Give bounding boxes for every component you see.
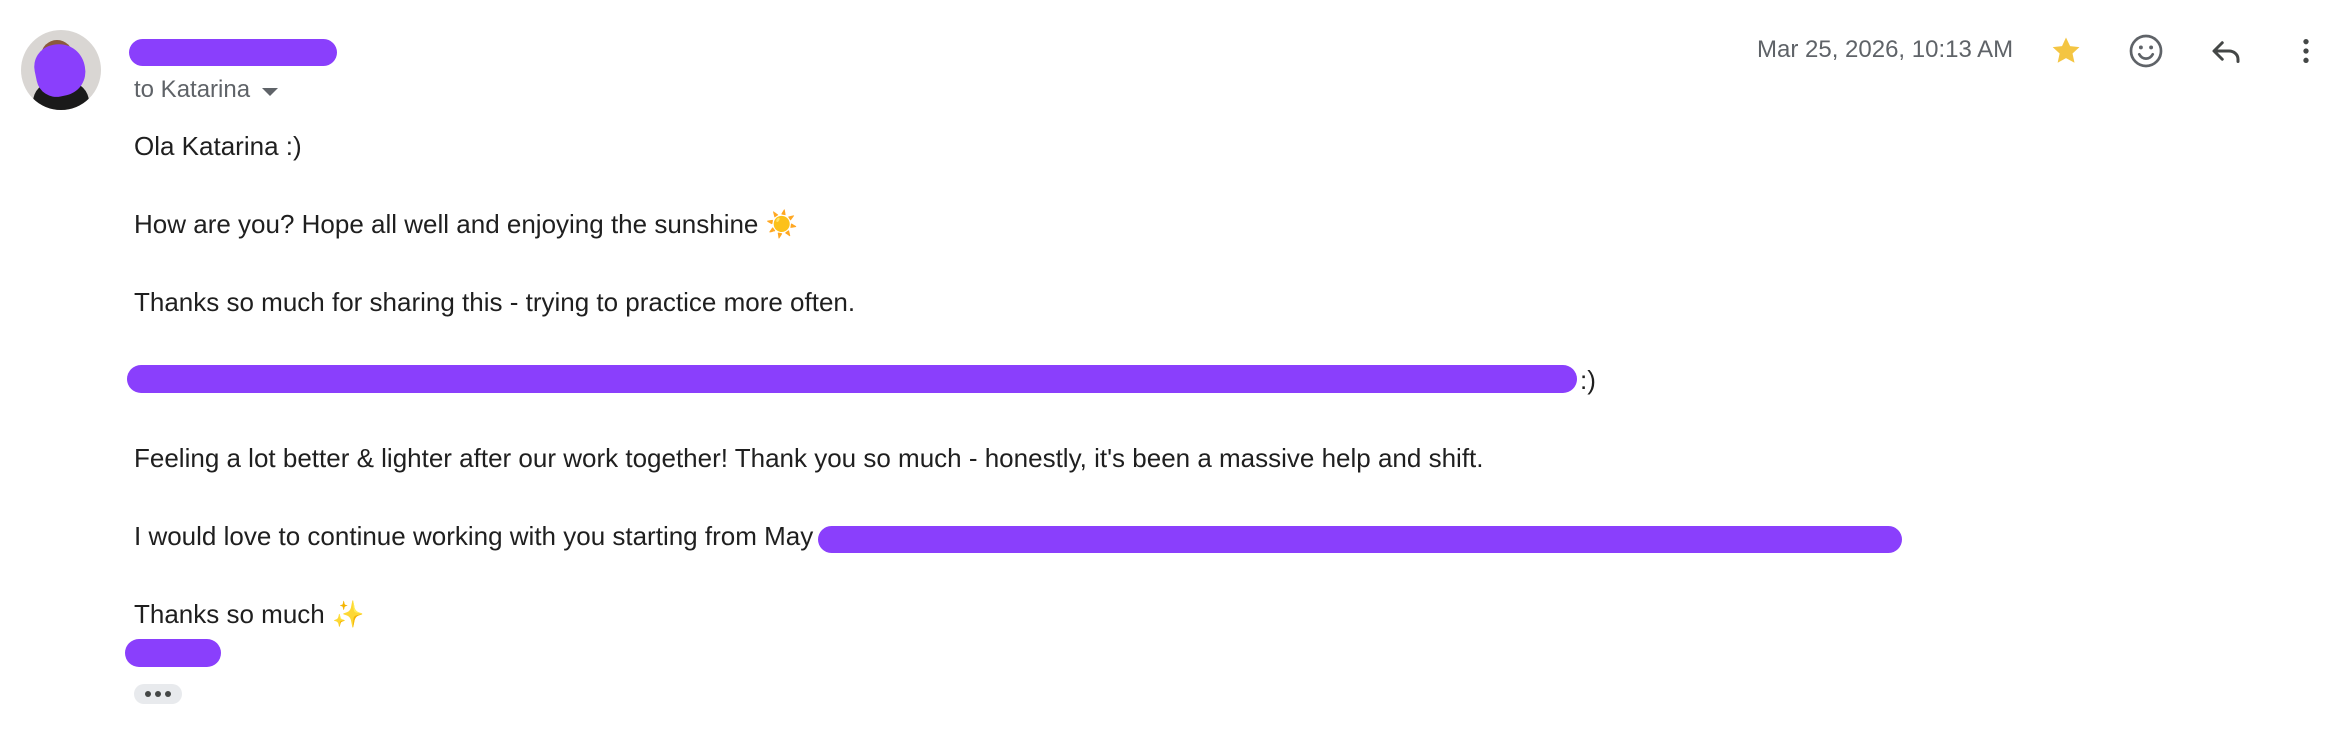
star-icon xyxy=(2052,37,2080,63)
body-line-3: Thanks so much for sharing this - trying… xyxy=(134,287,856,317)
more-options-button[interactable] xyxy=(2282,27,2330,75)
sender-avatar[interactable] xyxy=(21,30,101,110)
body-line-2: How are you? Hope all well and enjoying … xyxy=(134,209,798,239)
more-vertical-icon xyxy=(2303,39,2309,63)
body-greeting: Ola Katarina :) xyxy=(134,131,302,161)
star-button[interactable] xyxy=(2042,27,2090,75)
reply-button[interactable] xyxy=(2202,27,2250,75)
chevron-down-icon[interactable] xyxy=(262,87,279,96)
reply-icon xyxy=(2212,41,2240,63)
ellipsis-dot xyxy=(145,691,151,697)
message-timestamp: Mar 25, 2026, 10:13 AM xyxy=(1757,36,2014,63)
body-line-6-redacted xyxy=(818,526,1902,553)
sender-name-redacted xyxy=(129,39,337,66)
signature-redacted xyxy=(125,639,221,667)
recipient-details-toggle[interactable]: to Katarina xyxy=(134,76,279,104)
add-reaction-icon xyxy=(2129,34,2163,68)
body-line-4-redacted xyxy=(127,365,1577,393)
ellipsis-dot xyxy=(165,691,171,697)
ellipsis-dot xyxy=(155,691,161,697)
body-line-6: I would love to continue working with yo… xyxy=(134,521,814,551)
body-signoff: Thanks so much ✨ xyxy=(134,599,365,629)
body-line-5: Feeling a lot better & lighter after our… xyxy=(134,443,1484,473)
body-line-4-tail: :) xyxy=(1580,365,1596,395)
show-trimmed-content-button[interactable] xyxy=(134,684,182,704)
recipient-line: to Katarina xyxy=(134,76,251,103)
add-reaction-button[interactable] xyxy=(2122,27,2170,75)
